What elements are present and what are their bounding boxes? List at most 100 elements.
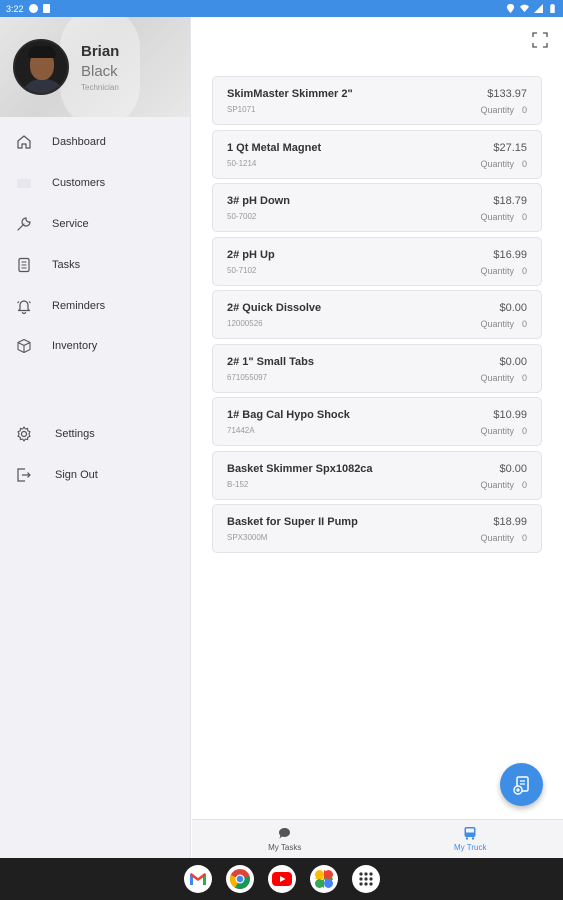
inventory-panel: SkimMaster Skimmer 2" SP1071 $133.97 Qua… (192, 17, 563, 819)
home-icon (15, 134, 32, 151)
tab-my-tasks[interactable]: My Tasks (192, 820, 378, 858)
sim-icon (42, 4, 50, 13)
nav-item-label: Inventory (52, 340, 98, 353)
item-price: $27.15 (493, 141, 527, 154)
inventory-item[interactable]: Basket for Super II Pump SPX3000M $18.99… (212, 504, 542, 553)
item-price: $10.99 (493, 409, 527, 421)
gmail-icon[interactable] (183, 865, 212, 893)
item-sku: 71442A (227, 426, 255, 435)
item-name: 1 Qt Metal Magnet (227, 141, 322, 154)
profile-first-name: Brian (81, 43, 120, 60)
item-quantity: Quantity 0 (480, 265, 527, 276)
nav-item-settings[interactable]: Settings (0, 414, 190, 455)
inventory-item[interactable]: 2# Quick Dissolve 12000526 $0.00 Quantit… (212, 290, 542, 339)
nav-item-tasks[interactable]: Tasks (0, 244, 190, 285)
wrench-icon (15, 215, 32, 232)
item-price: $0.00 (499, 462, 527, 475)
inventory-item[interactable]: Basket Skimmer Spx1082ca B-152 $0.00 Qua… (212, 450, 542, 500)
item-quantity: Quantity 0 (480, 158, 527, 169)
apps-icon[interactable] (351, 865, 380, 893)
item-sku: SPX3000M (227, 533, 268, 542)
tab-label: My Truck (454, 843, 487, 852)
item-price: $18.79 (493, 195, 527, 207)
box-icon (15, 338, 32, 355)
nav-menu: Dashboard Customers Service Tasks Remind… (0, 122, 190, 367)
inventory-item[interactable]: 1 Qt Metal Magnet 50-1214 $27.15 Quantit… (212, 129, 542, 179)
navigation-drawer: Brian Black Technician Dashboard Custome… (0, 17, 191, 858)
tasks-icon (15, 256, 32, 273)
nav-item-service[interactable]: Service (0, 204, 190, 245)
nav-item-label: Sign Out (55, 469, 98, 482)
nav-item-dashboard[interactable]: Dashboard (0, 122, 190, 163)
customers-icon (15, 175, 32, 192)
gear-icon (15, 426, 32, 443)
truck-icon (464, 827, 476, 840)
item-quantity: Quantity 0 (480, 319, 527, 329)
item-quantity: Quantity 0 (480, 426, 527, 436)
photos-icon[interactable] (309, 865, 338, 893)
inventory-item[interactable]: 3# pH Down 50-7002 $18.79 Quantity 0 (212, 183, 542, 232)
item-sku: SP1071 (227, 105, 256, 114)
add-inventory-icon (512, 775, 529, 795)
nav-item-label: Customers (52, 177, 106, 190)
nav-item-customers[interactable]: Customers (0, 163, 190, 204)
item-quantity: Quantity 0 (480, 212, 527, 222)
item-price: $16.99 (493, 248, 527, 261)
item-price: $0.00 (499, 302, 527, 314)
item-name: Basket for Super II Pump (227, 516, 358, 528)
tab-label: My Tasks (268, 842, 302, 852)
item-sku: 671055097 (227, 372, 268, 382)
sign-out-icon (15, 467, 32, 484)
wifi-icon (520, 4, 529, 13)
item-name: 1# Bag Cal Hypo Shock (227, 409, 350, 421)
item-quantity: Quantity 0 (480, 479, 527, 490)
item-sku: 12000526 (227, 319, 263, 328)
item-sku: 50-7102 (227, 265, 257, 275)
item-name: 2# Quick Dissolve (227, 302, 322, 314)
item-sku: 50-1214 (227, 158, 257, 168)
profile-header: Brian Black Technician (0, 17, 190, 117)
profile-last-name: Black (81, 63, 118, 80)
bottom-tab-bar: My Tasks My Truck (192, 819, 563, 858)
chrome-icon[interactable] (225, 865, 254, 893)
inventory-item[interactable]: 2# 1" Small Tabs 671055097 $0.00 Quantit… (212, 343, 542, 393)
nav-bottom-menu: Settings Sign Out (0, 414, 190, 496)
item-price: $133.97 (487, 88, 527, 100)
inventory-item[interactable]: 2# pH Up 50-7102 $16.99 Quantity 0 (212, 236, 542, 286)
nav-item-reminders[interactable]: Reminders (0, 285, 190, 326)
nav-item-label: Reminders (52, 299, 106, 312)
inventory-item[interactable]: 1# Bag Cal Hypo Shock 71442A $10.99 Quan… (212, 397, 542, 446)
item-name: SkimMaster Skimmer 2" (227, 88, 353, 100)
inventory-list: SkimMaster Skimmer 2" SP1071 $133.97 Qua… (212, 76, 542, 558)
expand-icon[interactable] (532, 32, 548, 48)
nav-item-label: Tasks (52, 258, 81, 271)
nav-item-inventory[interactable]: Inventory (0, 326, 190, 367)
nav-item-label: Service (52, 217, 89, 230)
battery-icon (550, 4, 555, 13)
chat-icon (278, 827, 290, 838)
status-time: 3:22 (6, 3, 24, 14)
nav-item-sign-out[interactable]: Sign Out (0, 455, 190, 496)
bell-icon (15, 297, 32, 314)
nav-item-label: Dashboard (52, 136, 106, 149)
add-item-fab[interactable] (500, 763, 543, 806)
item-quantity: Quantity 0 (480, 372, 527, 383)
inventory-item[interactable]: SkimMaster Skimmer 2" SP1071 $133.97 Qua… (212, 76, 542, 125)
notification-icon (28, 4, 38, 13)
item-name: 2# 1" Small Tabs (227, 355, 314, 368)
tab-my-truck[interactable]: My Truck (378, 820, 563, 858)
item-sku: B-152 (227, 479, 249, 489)
item-name: 3# pH Down (227, 195, 290, 207)
youtube-icon[interactable] (267, 865, 296, 893)
item-quantity: Quantity 0 (480, 533, 527, 543)
status-bar: 3:22 (0, 0, 563, 17)
item-name: Basket Skimmer Spx1082ca (227, 462, 373, 475)
avatar[interactable] (13, 39, 69, 95)
item-price: $18.99 (493, 516, 527, 528)
location-icon (506, 4, 515, 13)
profile-role: Technician (81, 83, 119, 92)
item-price: $0.00 (499, 355, 527, 368)
item-sku: 50-7002 (227, 212, 257, 221)
signal-icon (534, 4, 543, 13)
item-quantity: Quantity 0 (480, 105, 527, 115)
